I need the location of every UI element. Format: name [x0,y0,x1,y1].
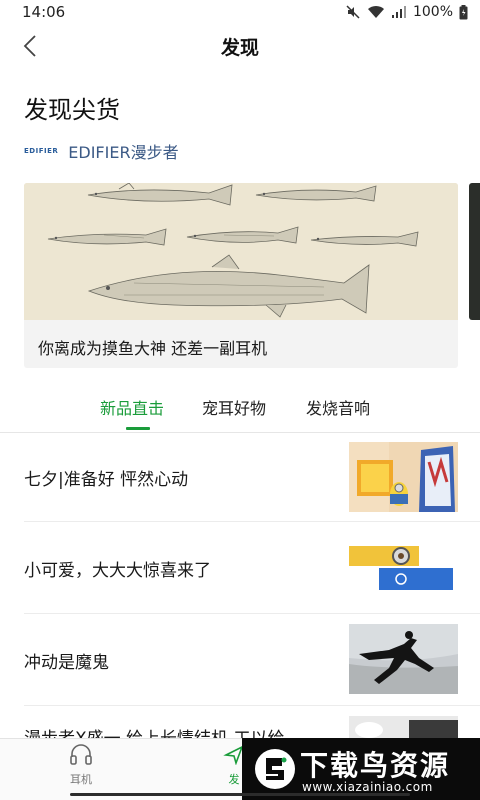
fish-illustration [24,183,458,320]
signal-icon [391,6,406,18]
article-list-item[interactable]: 冲动是魔鬼 [0,614,480,706]
category-tabs: 新品直击 宠耳好物 发烧音响 [0,392,480,432]
top-app-bar: 发现 [0,24,480,68]
nav-label: 耳机 [70,773,92,786]
battery-icon [459,4,468,19]
headphones-icon [70,744,92,765]
next-banner-card[interactable] [469,183,480,320]
article-thumbnail [349,624,458,694]
bird-logo-icon [255,749,295,789]
article-title: 漫步者X盛一 给上长情结机 工以给 [24,724,284,738]
status-bar: 14:06 100% [0,0,480,24]
article-thumbnail [349,716,458,738]
article-list-item[interactable]: 漫步者X盛一 给上长情结机 工以给 [0,706,480,738]
page-title: 发现 [220,37,259,59]
section-heading: 发现尖货 [24,96,120,124]
article-list-item[interactable]: 七夕|准备好 怦然心动 [0,433,480,525]
mute-icon [346,5,360,19]
featured-banner-card[interactable]: 你离成为摸鱼大神 还差一副耳机 [24,183,458,368]
nav-item-headphones[interactable]: 耳机 [51,743,111,787]
watermark-banner: 下载鸟资源 www.xiazainiao.com [242,738,480,800]
watermark-title: 下载鸟资源 [300,749,451,782]
tab-ear-favorites[interactable]: 宠耳好物 [202,395,266,419]
status-time: 14:06 [22,3,66,21]
status-icons: 100% [345,3,468,21]
article-thumbnail [349,442,458,512]
article-title: 小可爱，大大大惊喜来了 [24,561,211,581]
article-title: 七夕|准备好 怦然心动 [24,470,189,490]
tab-hifi-speakers[interactable]: 发烧音响 [306,395,370,419]
banner-image [24,183,458,320]
brand-name: EDIFIER漫步者 [68,143,179,162]
active-tab-indicator [126,427,150,430]
banner-caption: 你离成为摸鱼大神 还差一副耳机 [38,339,268,358]
brand-logo: EDIFIER [24,147,59,155]
article-thumbnail [349,538,458,594]
battery-percent: 100% [412,4,453,20]
wifi-icon [367,5,384,18]
brand-link[interactable]: EDIFIER EDIFIER漫步者 [24,140,179,162]
article-list-item[interactable]: 小可爱，大大大惊喜来了 [0,522,480,614]
tab-new-arrivals[interactable]: 新品直击 [100,395,164,419]
watermark-url: www.xiazainiao.com [302,780,433,794]
article-title: 冲动是魔鬼 [24,653,109,673]
home-indicator[interactable] [70,793,410,796]
